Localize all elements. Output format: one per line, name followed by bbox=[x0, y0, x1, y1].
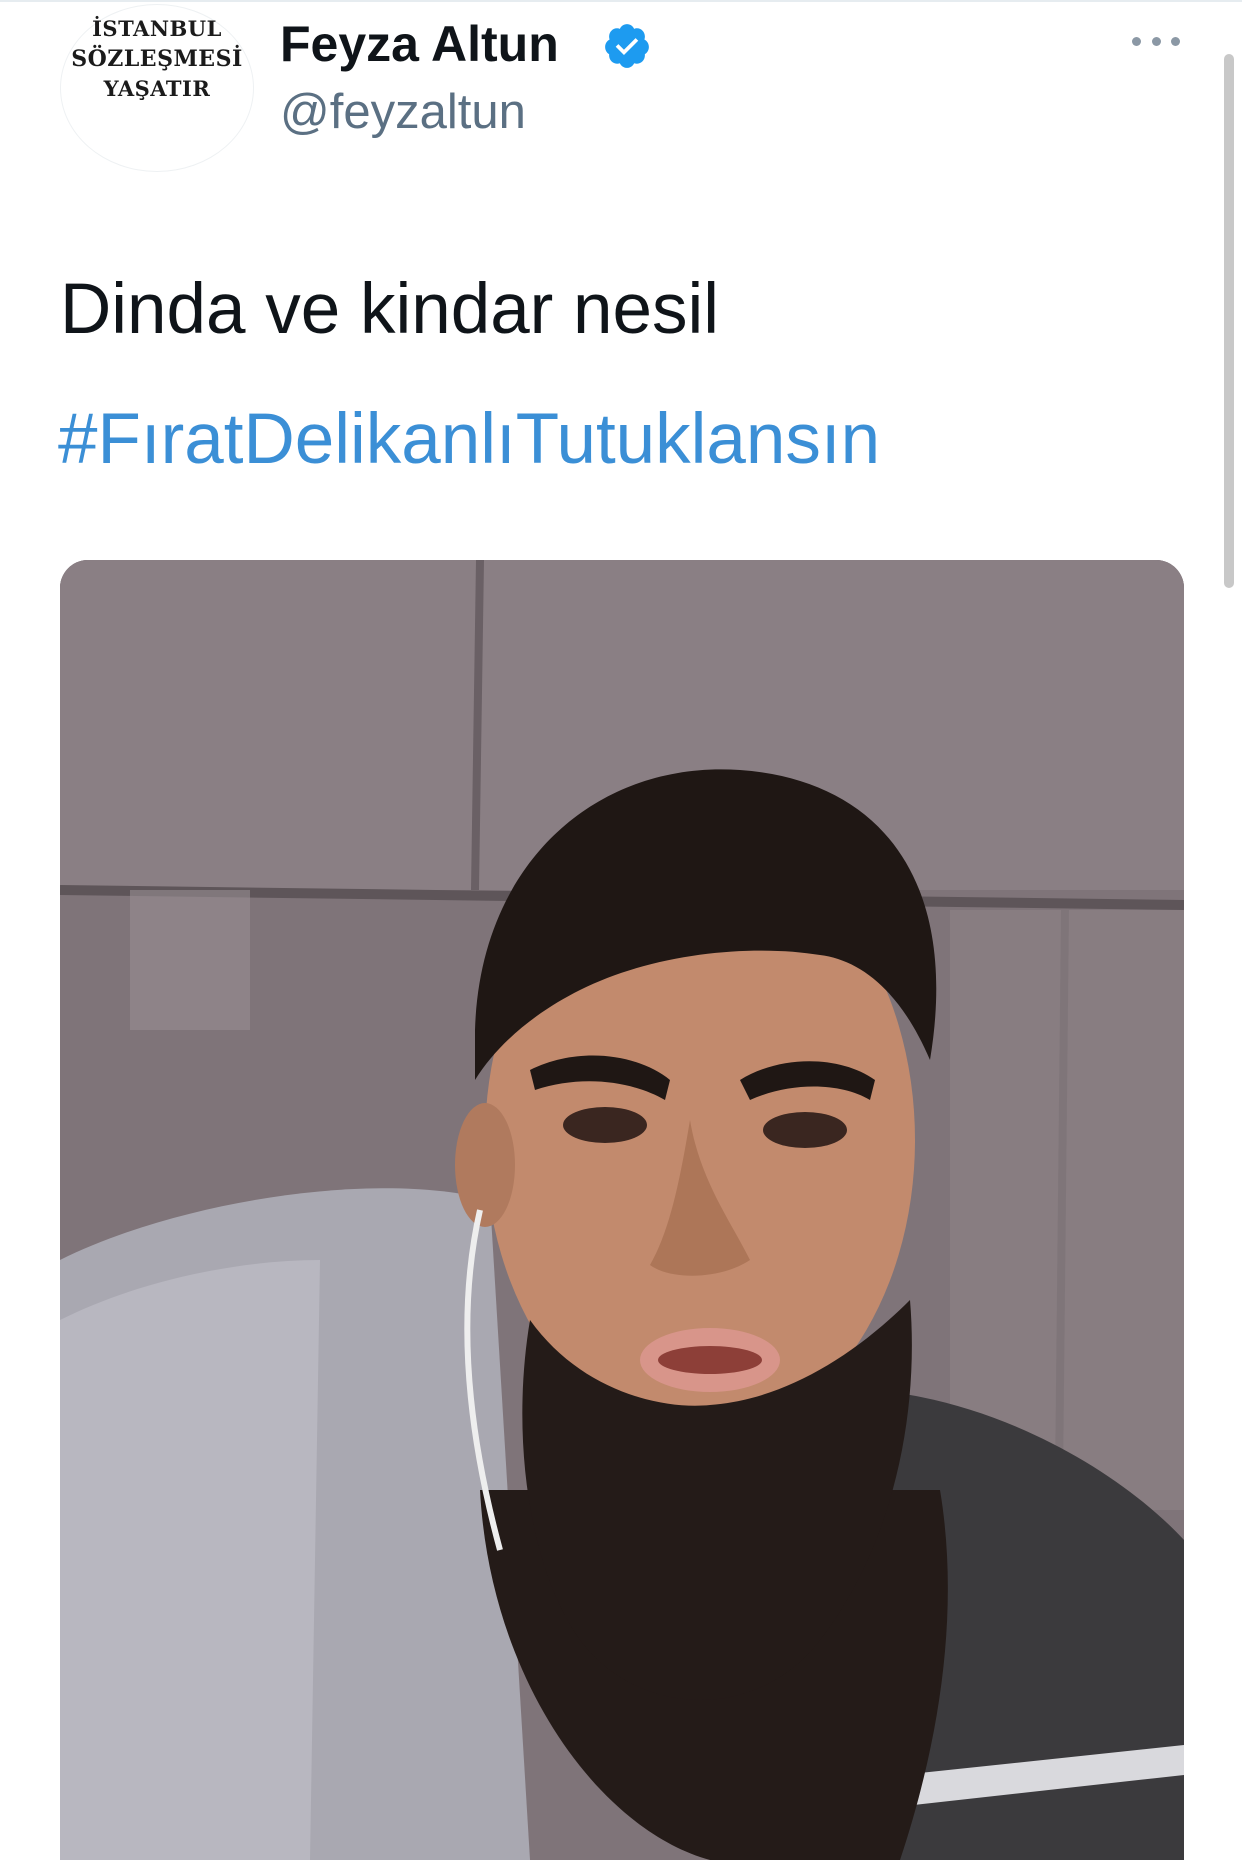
photo-illustration bbox=[60, 560, 1184, 1860]
more-dot bbox=[1132, 36, 1141, 46]
tweet-media-photo[interactable] bbox=[60, 560, 1184, 1860]
avatar-text-line-1: İSTANBUL bbox=[92, 16, 222, 41]
user-handle[interactable]: @feyzaltun bbox=[280, 82, 526, 142]
hashtag-link[interactable]: #FıratDelikanlıTutuklansın bbox=[58, 400, 880, 480]
scrollbar[interactable] bbox=[1224, 54, 1234, 588]
top-divider bbox=[0, 0, 1242, 2]
avatar[interactable]: İSTANBUL SÖZLEŞMESİ YAŞATIR bbox=[60, 4, 254, 172]
display-name[interactable]: Feyza Altun bbox=[280, 14, 559, 74]
verified-badge-icon bbox=[605, 24, 649, 68]
avatar-text-line-2: SÖZLEŞMESİ bbox=[71, 46, 243, 72]
avatar-text-line-3: YAŞATIR bbox=[103, 76, 211, 101]
more-dot bbox=[1151, 36, 1161, 46]
tweet-text: Dinda ve kindar nesil bbox=[60, 270, 720, 349]
more-dot bbox=[1171, 36, 1180, 46]
more-options-icon[interactable] bbox=[1126, 16, 1186, 66]
